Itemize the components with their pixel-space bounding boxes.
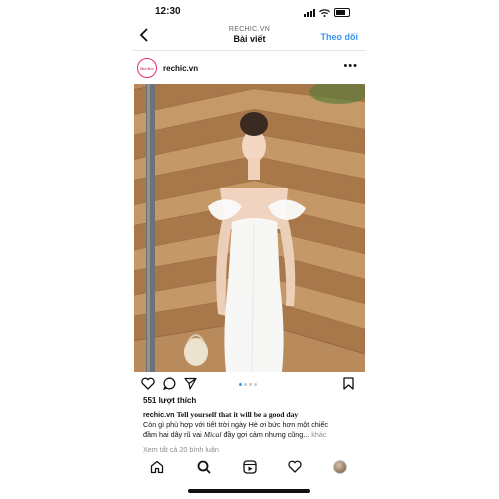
caption-headline: Tell yourself that it will be a good day xyxy=(176,410,299,419)
carousel-dot xyxy=(239,383,242,386)
bottom-tab-bar xyxy=(133,452,366,480)
author-username[interactable]: rechic.vn xyxy=(163,64,198,73)
header-divider xyxy=(133,50,366,51)
phone-screen: 12:30 RECHIC.VN Bài viết Theo dõi Rechic xyxy=(133,0,366,499)
bookmark-icon[interactable] xyxy=(343,377,354,390)
carousel-dots xyxy=(239,383,257,386)
post-photo[interactable] xyxy=(134,84,365,372)
caption-line: đầm hai dây rũ vai xyxy=(143,430,204,439)
home-indicator xyxy=(188,489,310,493)
wifi-icon xyxy=(319,8,330,17)
author-avatar[interactable]: Rechic xyxy=(137,58,157,78)
heart-icon[interactable] xyxy=(288,460,302,473)
caption-line: đầy gợi cảm nhưng cũng... xyxy=(221,430,310,439)
carousel-dot xyxy=(244,383,247,386)
like-count[interactable]: 551 lượt thích xyxy=(143,396,196,405)
search-icon[interactable] xyxy=(197,460,211,474)
status-bar: 12:30 xyxy=(133,4,366,22)
comment-icon[interactable] xyxy=(163,377,176,390)
home-icon[interactable] xyxy=(150,460,164,474)
signal-icon xyxy=(304,8,315,17)
status-time: 12:30 xyxy=(155,6,181,17)
caption-username[interactable]: rechic.vn xyxy=(143,410,175,419)
reels-icon[interactable] xyxy=(243,460,257,474)
caption-line: Còn gì phù hợp với tiết trời ngày Hè ơi … xyxy=(143,420,328,429)
avatar-logo-text: Rechic xyxy=(140,65,154,71)
post-author-row: Rechic rechic.vn ••• xyxy=(133,56,366,82)
post-actions-row xyxy=(133,376,366,394)
post-caption: rechic.vn Tell yourself that it will be … xyxy=(143,410,359,440)
more-options-icon[interactable]: ••• xyxy=(343,60,358,72)
carousel-dot xyxy=(249,383,252,386)
caption-more-link[interactable]: khác xyxy=(311,430,326,439)
share-icon[interactable] xyxy=(184,377,197,390)
photo-illustration xyxy=(134,84,365,372)
status-icons xyxy=(304,8,350,17)
like-heart-icon[interactable] xyxy=(141,377,155,390)
carousel-dot xyxy=(254,383,257,386)
follow-button[interactable]: Theo dõi xyxy=(321,32,359,42)
post-header-bar: RECHIC.VN Bài viết Theo dõi xyxy=(133,24,366,50)
battery-icon xyxy=(334,8,350,17)
caption-brand: Mical xyxy=(203,430,222,439)
profile-avatar[interactable] xyxy=(333,460,347,474)
